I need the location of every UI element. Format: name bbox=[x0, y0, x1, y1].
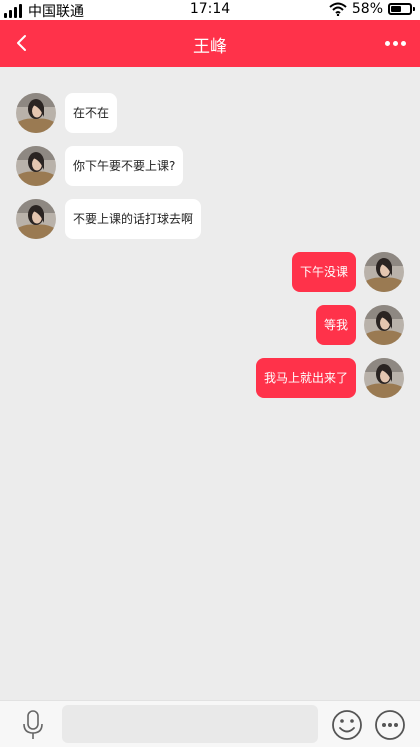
message-bubble[interactable]: 下午没课 bbox=[291, 252, 356, 292]
outgoing-message: 我马上就出来了 bbox=[255, 358, 404, 398]
my-avatar[interactable] bbox=[364, 305, 404, 345]
more-options-icon[interactable] bbox=[374, 709, 406, 741]
message-bubble[interactable]: 我马上就出来了 bbox=[255, 358, 356, 398]
my-avatar[interactable] bbox=[364, 358, 404, 398]
battery-fill bbox=[391, 6, 402, 12]
contact-avatar[interactable] bbox=[16, 146, 56, 186]
input-bar bbox=[0, 700, 420, 747]
wifi-icon bbox=[329, 2, 347, 16]
status-bar: 中国联通 17:14 58% bbox=[0, 0, 420, 20]
chat-header: 王峰 bbox=[0, 20, 420, 67]
more-menu-button[interactable] bbox=[380, 32, 410, 54]
message-list[interactable]: 在不在你下午要不要上课? 不要上课的话打球去啊下午没课等我我马上就出来了 bbox=[0, 67, 420, 700]
message-bubble[interactable]: 不要上课的话打球去啊 bbox=[65, 199, 202, 239]
message-bubble[interactable]: 你下午要不要上课? bbox=[65, 146, 184, 186]
status-right: 58% bbox=[329, 1, 415, 17]
my-avatar[interactable] bbox=[364, 252, 404, 292]
message-bubble[interactable]: 在不在 bbox=[65, 93, 118, 133]
battery-percent: 58% bbox=[351, 1, 383, 17]
outgoing-message: 下午没课 bbox=[291, 252, 404, 292]
contact-avatar[interactable] bbox=[16, 199, 56, 239]
message-input[interactable] bbox=[62, 705, 318, 743]
incoming-message: 在不在 bbox=[16, 93, 118, 133]
contact-avatar[interactable] bbox=[16, 93, 56, 133]
microphone-icon[interactable] bbox=[18, 709, 48, 741]
emoji-icon[interactable] bbox=[331, 709, 363, 741]
battery-icon bbox=[388, 3, 415, 15]
outgoing-message: 等我 bbox=[315, 305, 404, 345]
incoming-message: 你下午要不要上课? bbox=[16, 146, 184, 186]
message-bubble[interactable]: 等我 bbox=[315, 305, 356, 345]
chat-title: 王峰 bbox=[193, 37, 227, 57]
incoming-message: 不要上课的话打球去啊 bbox=[16, 199, 202, 239]
